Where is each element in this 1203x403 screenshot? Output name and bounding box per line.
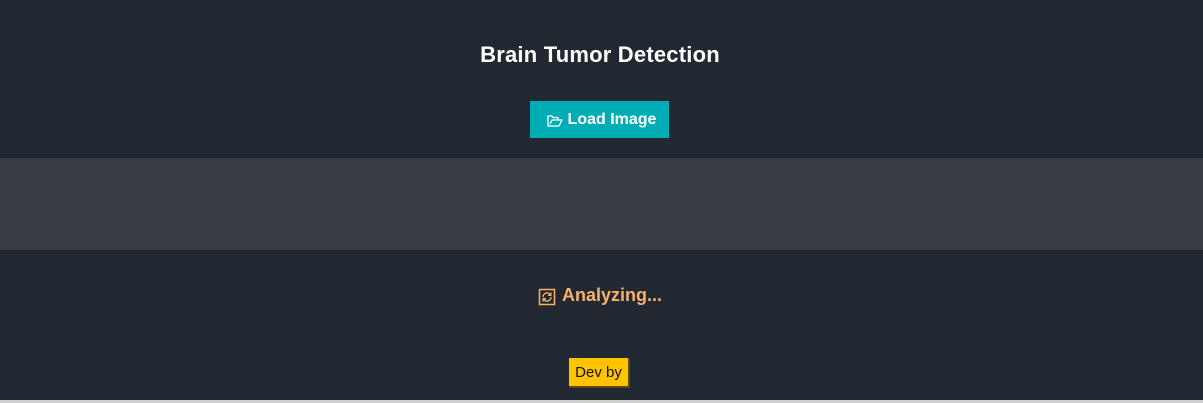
load-image-button[interactable]: Load Image xyxy=(530,101,669,138)
open-folder-icon xyxy=(546,113,563,129)
image-display-panel xyxy=(0,158,1203,250)
status-message: Analyzing... xyxy=(0,284,1200,306)
load-image-label: Load Image xyxy=(567,110,657,128)
refresh-icon xyxy=(538,288,556,306)
developer-credit-badge: Dev by xyxy=(569,358,630,388)
status-text: Analyzing... xyxy=(561,285,662,305)
page-title: Brain Tumor Detection xyxy=(480,42,720,67)
